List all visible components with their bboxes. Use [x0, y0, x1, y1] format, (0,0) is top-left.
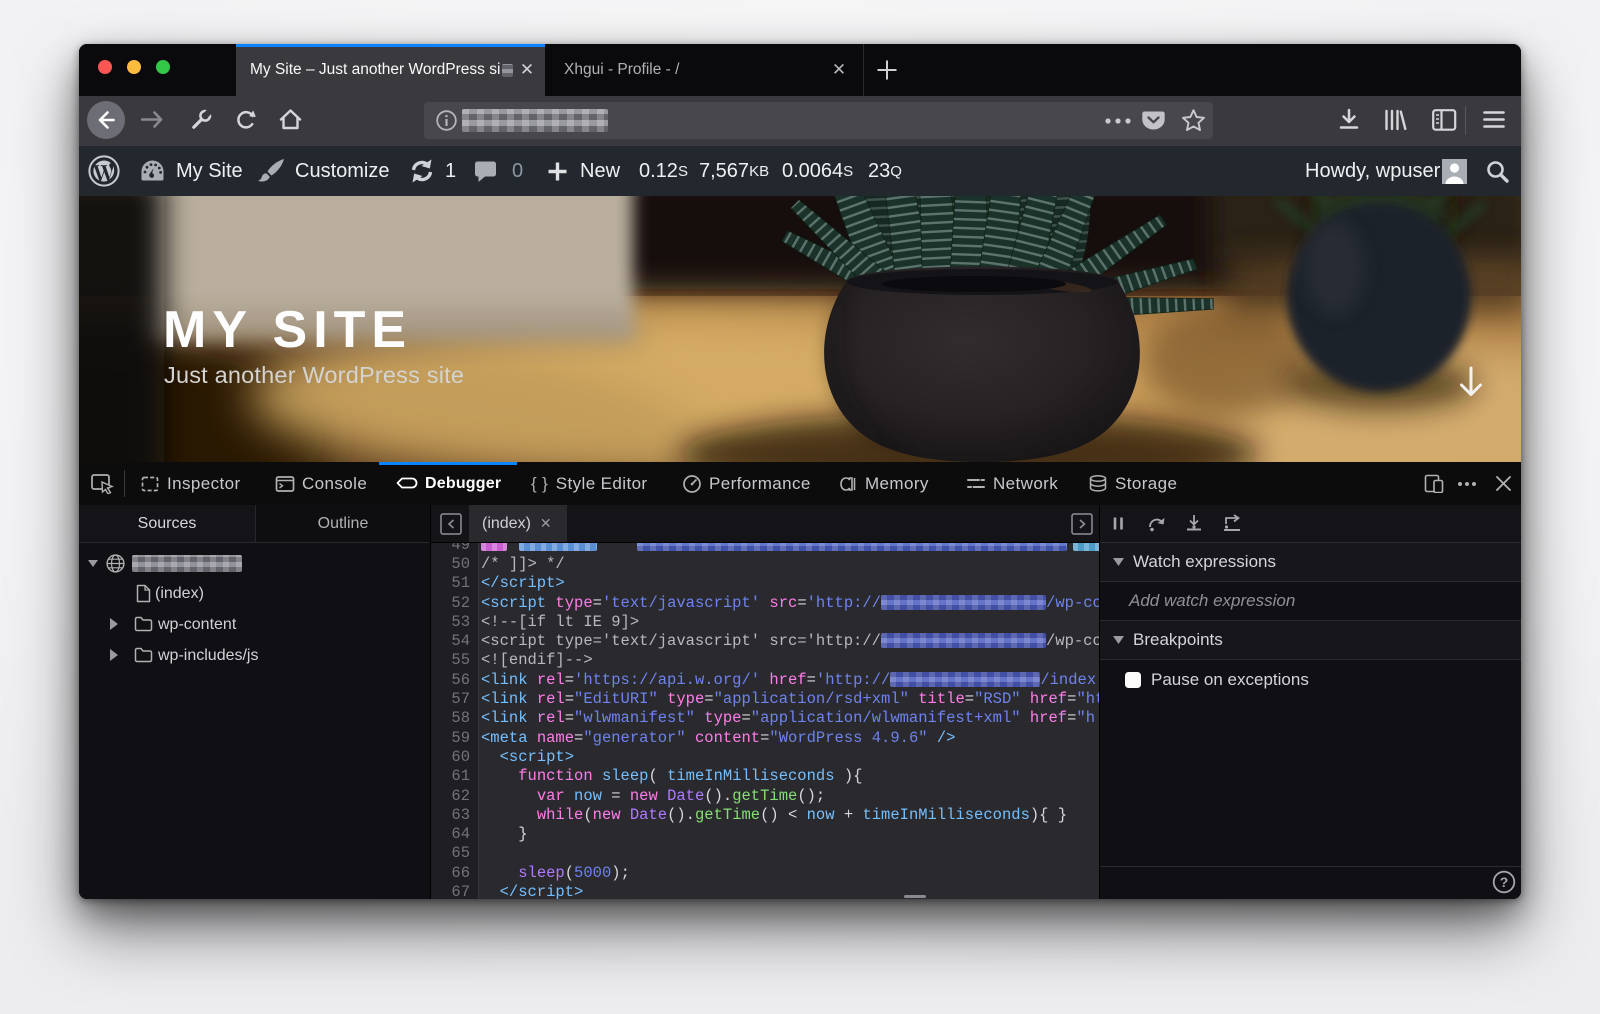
- svg-text:?: ?: [1500, 874, 1509, 890]
